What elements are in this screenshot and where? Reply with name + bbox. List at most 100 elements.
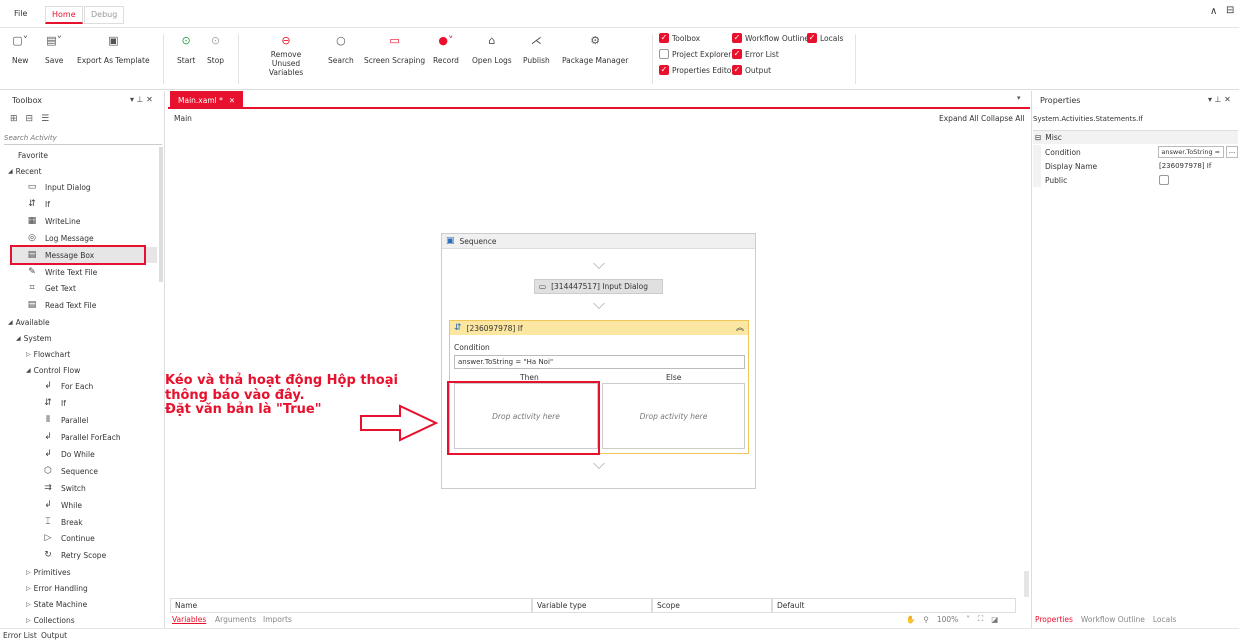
tree-favorite[interactable]: Favorite — [18, 147, 48, 163]
workflow-outline-checkbox[interactable]: ✓ Workflow Outline — [732, 33, 809, 43]
for-each-icon: ↲ — [44, 381, 52, 391]
record-button[interactable]: ●˅ Record — [433, 32, 459, 66]
condition-value-input[interactable]: answer.ToString = — [1158, 146, 1225, 158]
new-button[interactable]: ▢˅ New — [12, 32, 28, 66]
tree-collections[interactable]: ▷ Collections — [26, 612, 75, 628]
publish-button[interactable]: ⋌ Publish — [523, 32, 550, 66]
start-button[interactable]: ⊙ Start — [177, 32, 195, 66]
menu-home[interactable]: Home — [45, 6, 83, 24]
collapsed-arrow-icon: ▷ — [26, 568, 31, 576]
collapse-icon[interactable]: ⊟ — [1035, 133, 1041, 142]
open-logs-button[interactable]: ⌂ Open Logs — [472, 32, 512, 66]
control-item[interactable]: ⇵ If — [42, 395, 66, 411]
hand-pan-icon[interactable]: ✋ — [906, 615, 915, 624]
menu-file[interactable]: File — [8, 6, 33, 24]
col-name: Name — [170, 598, 532, 613]
recent-item[interactable]: ◎ Log Message — [26, 230, 94, 246]
pin-icon[interactable]: ▾ ⊥ ✕ — [1208, 95, 1231, 104]
save-button[interactable]: ▤˅ Save — [45, 32, 63, 66]
zoom-dropdown-icon[interactable]: ˅ — [966, 615, 970, 624]
control-item[interactable]: ↲ While — [42, 497, 82, 513]
recent-item[interactable]: ✎ Write Text File — [26, 264, 97, 280]
zoom-search-icon[interactable]: ⚲ — [923, 615, 929, 624]
tab-imports[interactable]: Imports — [263, 615, 292, 624]
toolbox-checkbox[interactable]: ✓ Toolbox — [659, 33, 700, 43]
control-item[interactable]: ⇉ Switch — [42, 480, 86, 496]
stop-button[interactable]: ⊙ Stop — [207, 32, 224, 66]
window-layout-icon[interactable]: ⊟ — [1226, 5, 1234, 16]
tab-locals[interactable]: Locals — [1153, 615, 1176, 624]
recent-item[interactable]: ▦ WriteLine — [26, 213, 81, 229]
locals-checkbox[interactable]: ✓ Locals — [807, 33, 843, 43]
properties-editor-checkbox[interactable]: ✓ Properties Editor — [659, 65, 734, 75]
tree-flowchart[interactable]: ▷ Flowchart — [26, 346, 70, 362]
control-item[interactable]: ⬡ Sequence — [42, 463, 98, 479]
close-tab-icon[interactable]: ✕ — [229, 96, 235, 105]
tree-control-flow[interactable]: ◢ Control Flow — [26, 362, 80, 378]
toolbox-toolbar: ⊞ ⊟ ☰ — [10, 114, 49, 124]
tree-primitives[interactable]: ▷ Primitives — [26, 564, 71, 580]
menu-debug[interactable]: Debug — [84, 6, 125, 24]
collapse-icon[interactable]: ︽ — [736, 322, 744, 333]
output-tab[interactable]: Output — [41, 631, 67, 640]
condition-input[interactable]: answer.ToString = "Ha Noi" — [454, 355, 745, 369]
tab-arguments[interactable]: Arguments — [215, 615, 256, 624]
recent-item[interactable]: ▭ Input Dialog — [26, 179, 91, 195]
control-item[interactable]: ⫴ Parallel — [42, 412, 88, 428]
collapsed-arrow-icon: ▷ — [26, 350, 31, 358]
control-item[interactable]: ↻ Retry Scope — [42, 547, 106, 563]
collapse-all-icon[interactable]: ⊟ — [26, 114, 34, 124]
tab-dropdown-icon[interactable]: ▾ — [1017, 94, 1021, 102]
screen-scraping-button[interactable]: ▭ Screen Scraping — [364, 32, 425, 66]
tab-properties[interactable]: Properties — [1035, 615, 1073, 624]
tree-system[interactable]: ◢ System — [16, 330, 52, 346]
tab-main-xaml[interactable]: Main.xaml * ✕ — [170, 91, 244, 109]
expand-all-icon[interactable]: ⊞ — [10, 114, 18, 124]
search-button[interactable]: ○ Search — [328, 32, 354, 66]
error-list-checkbox[interactable]: ✓ Error List — [732, 49, 779, 59]
display-name-input[interactable]: [236097978] If — [1159, 162, 1211, 170]
list-view-icon[interactable]: ☰ — [41, 114, 49, 124]
public-checkbox[interactable] — [1159, 175, 1169, 185]
tree-available[interactable]: ◢ Available — [8, 314, 50, 330]
error-list-tab[interactable]: Error List — [3, 631, 37, 640]
ellipsis-button[interactable]: ... — [1226, 146, 1239, 158]
control-item[interactable]: ⌶ Break — [42, 514, 82, 530]
collapsed-arrow-icon: ▷ — [26, 584, 31, 592]
remove-unused-variables-button[interactable]: ⊖ Remove Unused Variables — [256, 32, 316, 78]
expand-all-link[interactable]: Expand All — [939, 114, 979, 123]
search-activity-input[interactable] — [4, 132, 162, 145]
collapse-all-link[interactable]: Collapse All — [981, 114, 1025, 123]
designer-scrollbar[interactable] — [1024, 571, 1029, 597]
tree-recent[interactable]: ◢ Recent — [8, 163, 42, 179]
get-text-icon: ⌗ — [29, 283, 35, 293]
export-template-icon: ▣ — [108, 33, 119, 47]
export-template-button[interactable]: ▣ Export As Template — [77, 32, 150, 66]
collapse-ribbon-icon[interactable]: ∧ — [1210, 6, 1217, 17]
control-item[interactable]: ▷ Continue — [42, 530, 95, 546]
else-drop-zone[interactable]: Drop activity here — [602, 383, 745, 449]
input-dialog-activity[interactable]: ▭ [314447517] Input Dialog — [534, 279, 663, 294]
control-item[interactable]: ↲ Parallel ForEach — [42, 429, 120, 445]
properties-bottom-tabs: Properties Workflow Outline Locals — [1035, 615, 1176, 624]
tree-error-handling[interactable]: ▷ Error Handling — [26, 580, 88, 596]
zoom-level[interactable]: 100% — [937, 615, 958, 624]
tab-workflow-outline[interactable]: Workflow Outline — [1081, 615, 1145, 624]
fit-screen-icon[interactable]: ⛶ — [978, 614, 983, 624]
package-manager-button[interactable]: ⚙ Package Manager — [562, 32, 628, 66]
open-logs-icon: ⌂ — [488, 33, 496, 47]
tree-state-machine[interactable]: ▷ State Machine — [26, 596, 87, 612]
recent-item[interactable]: ▤ Read Text File — [26, 297, 97, 313]
control-item[interactable]: ↲ For Each — [42, 378, 93, 394]
overview-icon[interactable]: ◪ — [991, 615, 998, 624]
recent-item[interactable]: ⇵ If — [26, 196, 50, 212]
misc-category[interactable]: ⊟ Misc — [1033, 130, 1238, 144]
tab-variables[interactable]: Variables — [172, 615, 206, 624]
expanded-arrow-icon: ◢ — [16, 334, 21, 342]
recent-item[interactable]: ⌗ Get Text — [26, 280, 75, 296]
toolbox-scrollbar[interactable] — [159, 147, 163, 282]
output-checkbox[interactable]: ✓ Output — [732, 65, 771, 75]
control-item[interactable]: ↲ Do While — [42, 446, 94, 462]
pin-icon[interactable]: ▾ ⊥ ✕ — [130, 95, 153, 104]
project-explorer-checkbox[interactable]: Project Explorer — [659, 49, 731, 59]
